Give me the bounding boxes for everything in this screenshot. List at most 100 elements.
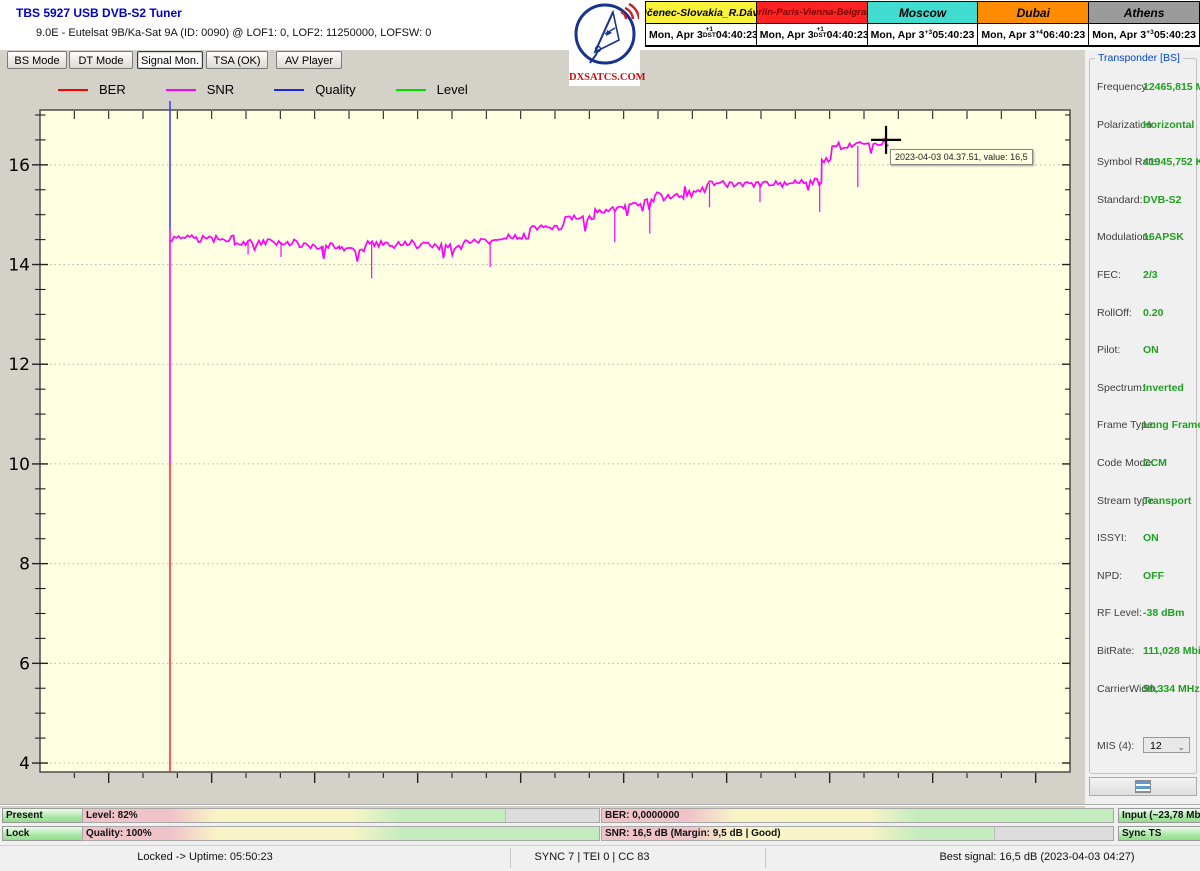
clock-city-label: Berlin-Paris-Vienna-Belgrade [756, 2, 867, 24]
clock-city-label: Athens [1089, 2, 1199, 24]
quality-bar: Quality: 100% [82, 826, 600, 841]
transponder-row-value: -38 dBm [1143, 607, 1185, 620]
transponder-row-value: DVB-S2 [1143, 193, 1182, 206]
syncts-indicator: Sync TS [1118, 826, 1200, 841]
transponder-row-value: ON [1143, 344, 1159, 357]
clock-city-label: Dubai [978, 2, 1089, 24]
clock-tz-offset: +1 DST [702, 26, 716, 39]
mis-label: MIS (4): [1097, 740, 1135, 752]
bar-label: SNR: 16,5 dB (Margin: 9,5 dB | Good) [605, 828, 781, 839]
tab-signal-mon-[interactable]: Signal Mon. [137, 51, 203, 69]
dxsatcs-logo: DXSATCS.COM [569, 0, 646, 86]
statusbar-best-signal: Best signal: 16,5 dB (2023-04-03 04:27) [939, 851, 1135, 863]
world-clocks: Lučenec-Slovakia_R.DávidMon, Apr 3+1DST0… [645, 1, 1200, 47]
clock-time-value: 06:40:23 [1043, 28, 1086, 41]
y-axis-label: 12 [8, 355, 30, 375]
transponder-row-label: FEC: [1097, 269, 1121, 281]
clock-lu-enec-slovakia-r-d-vid: Lučenec-Slovakia_R.DávidMon, Apr 3+1DST0… [646, 2, 758, 46]
clock-time-value: 05:40:23 [1153, 28, 1196, 41]
tab-av-player[interactable]: AV Player [276, 51, 342, 69]
transponder-row-value: 0.20 [1143, 306, 1164, 319]
input-indicator: Input (~23,78 Mbps) [1118, 808, 1200, 823]
snr-plot[interactable]: 4 6 8 10 12 14 16 [0, 72, 1085, 808]
window-title: TBS 5927 USB DVB-S2 Tuner [16, 6, 182, 20]
mis-select[interactable]: 12 ⌄ [1143, 737, 1190, 753]
satellite-dish-icon [574, 2, 640, 65]
transponder-row-value: Long Frame [1143, 419, 1200, 432]
y-axis-label: 14 [8, 256, 30, 276]
status-bar: Locked -> Uptime: 05:50:23 SYNC 7 | TEI … [0, 845, 1200, 871]
transponder-row-label: Frequency: [1097, 81, 1150, 93]
clock-time: Mon, Apr 3 +1 DST 04:40:23 [756, 24, 869, 45]
transponder-row-value: 50,334 MHz [1143, 682, 1200, 695]
transponder-row-label: Pilot: [1097, 344, 1121, 357]
transponder-row-value: CCM [1143, 457, 1167, 469]
transponder-row-value: OFF [1143, 569, 1164, 582]
clock-city-label: Moscow [867, 2, 978, 24]
transponder-sidebar: Transponder [BS] Frequency:12465,815 MHz… [1085, 50, 1200, 845]
transponder-row-value: ON [1143, 532, 1159, 545]
transponder-row-value: Horizontal [1143, 118, 1195, 131]
y-axis-label: 16 [8, 156, 30, 176]
statusbar-uptime: Locked -> Uptime: 05:50:23 [137, 851, 273, 863]
y-axis-label: 4 [19, 754, 30, 774]
tz-offset: +4 [1035, 29, 1043, 36]
snr-bar: SNR: 16,5 dB (Margin: 9,5 dB | Good) [601, 826, 1114, 841]
clock-time-value: 05:40:23 [932, 28, 975, 41]
present-indicator: Present [2, 808, 84, 823]
transponder-row-value: 16APSK [1143, 231, 1184, 244]
y-axis-label: 6 [19, 654, 30, 674]
tz-offset: +3 [924, 29, 933, 36]
transponder-row-value: 111,028 Mbit/s [1143, 645, 1200, 657]
transponder-row-label: BitRate: [1097, 645, 1135, 657]
clock-dubai: Dubai Mon, Apr 3 +4 06:40:23 [978, 2, 1089, 46]
level-bar: Level: 82% [82, 808, 600, 823]
transponder-row-value: Inverted [1143, 381, 1184, 394]
panel-toggle-icon [1135, 780, 1151, 793]
clock-time: Mon, Apr 3 +1 DST 04:40:23 [646, 24, 758, 45]
tuner-subtitle: 9.0E - Eutelsat 9B/Ka-Sat 9A (ID: 0090) … [36, 27, 432, 39]
transponder-row-value: 12465,815 MHz [1143, 81, 1200, 93]
clock-time-value: 04:40:23 [826, 28, 869, 41]
tz-offset: +3 [1146, 29, 1154, 36]
tz-dst: DST [702, 32, 716, 39]
statusbar-sync-counters: SYNC 7 | TEI 0 | CC 83 [534, 851, 650, 863]
transponder-row-label: RF Level: [1097, 607, 1142, 620]
ber-bar: BER: 0,0000000 [601, 808, 1114, 823]
clock-date: Mon, Apr 3 [870, 28, 925, 41]
clock-tz-offset: +3 [1146, 29, 1154, 36]
clock-date: Mon, Apr 3 [759, 28, 814, 41]
transponder-row-value: 2/3 [1143, 269, 1158, 281]
chevron-down-icon: ⌄ [1177, 742, 1185, 752]
signal-monitor-panel: BER SNR Quality Level 4 6 8 10 12 14 16 2023-04-0… [0, 72, 1085, 808]
bar-unfilled [994, 827, 1113, 840]
clock-date: Mon, Apr 3 [649, 28, 703, 41]
transponder-row-label: NPD: [1097, 569, 1123, 582]
clock-athens: Athens Mon, Apr 3 +3 05:40:23 [1089, 2, 1199, 46]
transponder-row-label: ISSYI: [1097, 532, 1127, 545]
clock-time: Mon, Apr 3 +3 05:40:23 [867, 24, 978, 45]
bar-label: Quality: 100% [86, 828, 152, 839]
transponder-row-value: Transport [1143, 494, 1192, 507]
clock-tz-offset: +3 [924, 29, 933, 36]
tab-tsa-ok-[interactable]: TSA (OK) [206, 51, 268, 69]
y-axis-label: 8 [19, 555, 30, 575]
transponder-row-label: Spectrum: [1097, 381, 1145, 394]
tz-dst: DST [813, 32, 827, 39]
statusbar-divider [510, 848, 511, 868]
transponder-groupbox-title: Transponder [BS] [1095, 52, 1183, 64]
transponder-row-value: 41945,752 KS/s [1143, 156, 1200, 169]
clock-date: Mon, Apr 3 [1092, 28, 1147, 41]
tab-bar: BS Mode DT Mode Signal Mon. TSA (OK) AV Play… [0, 50, 1085, 72]
clock-moscow: Moscow Mon, Apr 3 +3 05:40:23 [867, 2, 978, 46]
panel-toggle-button[interactable] [1089, 777, 1197, 796]
clock-berlin-paris-vienna-belgrade: Berlin-Paris-Vienna-BelgradeMon, Apr 3+1… [756, 2, 869, 46]
tab-bs-mode[interactable]: BS Mode [7, 51, 67, 69]
transponder-groupbox: Transponder [BS] Frequency:12465,815 MHz… [1089, 52, 1200, 774]
clock-city-label: Lučenec-Slovakia_R.Dávid [646, 2, 756, 24]
transponder-row-label: Standard: [1097, 193, 1143, 206]
mis-selected-value: 12 [1150, 740, 1162, 752]
logo-text: DXSATCS.COM [569, 72, 646, 83]
tab-dt-mode[interactable]: DT Mode [69, 51, 133, 69]
bar-unfilled [505, 809, 599, 822]
